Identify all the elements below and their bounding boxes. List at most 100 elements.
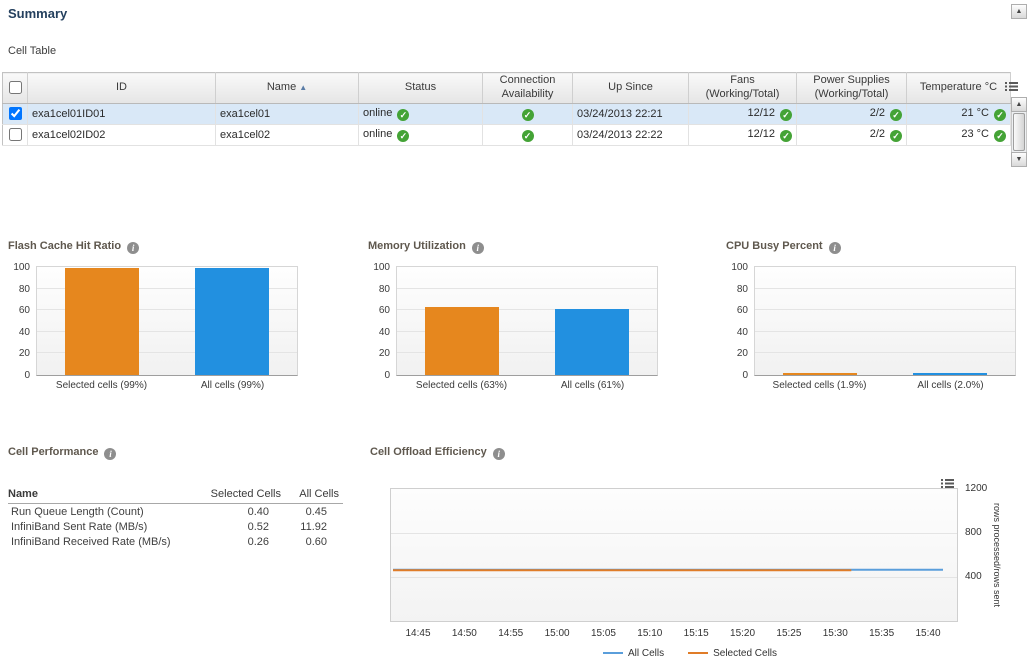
y-axis: 020406080100 xyxy=(726,266,754,376)
cell-offload-efficiency-chart: Cell Offload Efficiencyi 4008001200 rows… xyxy=(370,446,1010,660)
chart-plot-area xyxy=(396,266,658,376)
cell-up-since: 03/24/2013 22:22 xyxy=(573,124,689,145)
metric-all-value: 0.60 xyxy=(281,536,339,548)
chart-bar xyxy=(555,309,629,375)
perf-col-selected: Selected Cells xyxy=(205,488,281,500)
perf-row: InfiniBand Received Rate (MB/s) 0.26 0.6… xyxy=(8,534,343,549)
cell-power-supplies: 2/2✓ xyxy=(797,124,907,145)
perf-table-header: Name Selected Cells All Cells xyxy=(8,488,343,504)
y-tick-label: 800 xyxy=(965,527,982,538)
sort-ascending-icon: ▲ xyxy=(299,83,307,92)
perf-row: Run Queue Length (Count) 0.40 0.45 xyxy=(8,504,343,519)
scrollbar-thumb[interactable] xyxy=(1013,113,1025,151)
metric-selected-value: 0.26 xyxy=(205,536,281,548)
scroll-up-icon: ▲ xyxy=(1016,8,1023,15)
cell-id: exa1cel01ID01 xyxy=(28,103,216,124)
column-header-fans[interactable]: Fans (Working/Total) xyxy=(689,73,797,104)
legend-item: Selected Cells xyxy=(688,648,777,659)
column-header-id[interactable]: ID xyxy=(28,73,216,104)
chart-title: Flash Cache Hit Ratioi xyxy=(8,240,308,254)
line-chart-plot-area xyxy=(390,488,958,622)
scroll-down-button[interactable]: ▼ xyxy=(1011,152,1027,167)
x-tick-label: 14:45 xyxy=(405,628,430,639)
y-tick-label: 60 xyxy=(19,305,30,316)
y-tick-label: 60 xyxy=(737,305,748,316)
select-all-checkbox[interactable] xyxy=(9,81,22,94)
x-category-label: All cells (2.0%) xyxy=(885,380,1016,391)
page-title: Summary xyxy=(8,6,67,21)
x-tick-label: 15:40 xyxy=(915,628,940,639)
cell-performance-section: Cell Performancei Name Selected Cells Al… xyxy=(8,446,343,549)
table-row[interactable]: exa1cel02ID02 exa1cel02 online✓ ✓ 03/24/… xyxy=(3,124,1011,145)
info-icon[interactable]: i xyxy=(493,448,505,460)
cell-fans: 12/12✓ xyxy=(689,124,797,145)
y-tick-label: 40 xyxy=(19,327,30,338)
x-category-label: Selected cells (1.9%) xyxy=(754,380,885,391)
row-select-checkbox[interactable] xyxy=(9,128,22,141)
metric-all-value: 0.45 xyxy=(281,506,339,518)
cell-fans: 12/12✓ xyxy=(689,103,797,124)
y-tick-label: 100 xyxy=(731,262,748,273)
fans-ok-icon: ✓ xyxy=(780,109,792,121)
column-header-temperature[interactable]: Temperature °C xyxy=(907,73,1011,104)
y-tick-label: 20 xyxy=(737,348,748,359)
cell-name: exa1cel01 xyxy=(216,103,359,124)
table-scrollbar[interactable]: ▲ ▼ xyxy=(1011,97,1027,167)
metric-all-value: 11.92 xyxy=(281,521,339,533)
y-axis: 020406080100 xyxy=(368,266,396,376)
y-tick-label: 40 xyxy=(737,327,748,338)
info-icon[interactable]: i xyxy=(829,242,841,254)
legend-label: All Cells xyxy=(628,648,664,659)
metric-name: Run Queue Length (Count) xyxy=(8,506,205,518)
scroll-up-icon: ▲ xyxy=(1016,101,1023,108)
x-tick-label: 15:05 xyxy=(591,628,616,639)
y-tick-label: 0 xyxy=(384,370,390,381)
cell-power-supplies: 2/2✓ xyxy=(797,103,907,124)
table-row[interactable]: exa1cel01ID01 exa1cel01 online✓ ✓ 03/24/… xyxy=(3,103,1011,124)
y-tick-label: 100 xyxy=(373,262,390,273)
column-header-power-supplies[interactable]: Power Supplies (Working/Total) xyxy=(797,73,907,104)
scroll-down-icon: ▼ xyxy=(1016,156,1023,163)
x-tick-label: 15:35 xyxy=(869,628,894,639)
connection-ok-icon: ✓ xyxy=(522,109,534,121)
column-header-status[interactable]: Status xyxy=(359,73,483,104)
temperature-ok-icon: ✓ xyxy=(994,130,1006,142)
x-tick-label: 15:15 xyxy=(684,628,709,639)
gridline xyxy=(391,533,957,534)
column-header-up-since[interactable]: Up Since xyxy=(573,73,689,104)
column-header-name[interactable]: Name▲ xyxy=(216,73,359,104)
y-tick-label: 0 xyxy=(742,370,748,381)
y-tick-label: 60 xyxy=(379,305,390,316)
y-tick-label: 100 xyxy=(13,262,30,273)
y-tick-label: 80 xyxy=(379,284,390,295)
scrollbar-track[interactable] xyxy=(1011,112,1027,152)
metric-selected-value: 0.40 xyxy=(205,506,281,518)
x-tick-label: 15:30 xyxy=(823,628,848,639)
page-scroll-up-button[interactable]: ▲ xyxy=(1011,4,1027,19)
x-tick-label: 15:10 xyxy=(637,628,662,639)
info-icon[interactable]: i xyxy=(472,242,484,254)
x-category-label: All cells (99%) xyxy=(167,380,298,391)
x-axis: Selected cells (63%)All cells (61%) xyxy=(396,380,658,391)
x-tick-label: 14:55 xyxy=(498,628,523,639)
info-icon[interactable]: i xyxy=(127,242,139,254)
info-icon[interactable]: i xyxy=(104,448,116,460)
column-header-connection-availability[interactable]: Connection Availability xyxy=(483,73,573,104)
table-menu-icon[interactable] xyxy=(1005,79,1018,97)
scroll-up-button[interactable]: ▲ xyxy=(1011,97,1027,112)
status-ok-icon: ✓ xyxy=(397,130,409,142)
chart-bar xyxy=(913,373,987,375)
chart-legend: All Cells Selected Cells xyxy=(370,646,1010,659)
cell-up-since: 03/24/2013 22:21 xyxy=(573,103,689,124)
chart-bar xyxy=(65,268,139,375)
y-tick-label: 40 xyxy=(379,327,390,338)
cpu-busy-percent-chart: CPU Busy Percenti 020406080100 Selected … xyxy=(726,240,1026,391)
y-tick-label: 1200 xyxy=(965,483,987,494)
select-all-header[interactable] xyxy=(3,73,28,104)
chart-plot-area xyxy=(754,266,1016,376)
y-tick-label: 80 xyxy=(19,284,30,295)
gridline xyxy=(755,309,1015,310)
chart-bar xyxy=(783,373,857,375)
row-select-checkbox[interactable] xyxy=(9,107,22,120)
power-ok-icon: ✓ xyxy=(890,109,902,121)
